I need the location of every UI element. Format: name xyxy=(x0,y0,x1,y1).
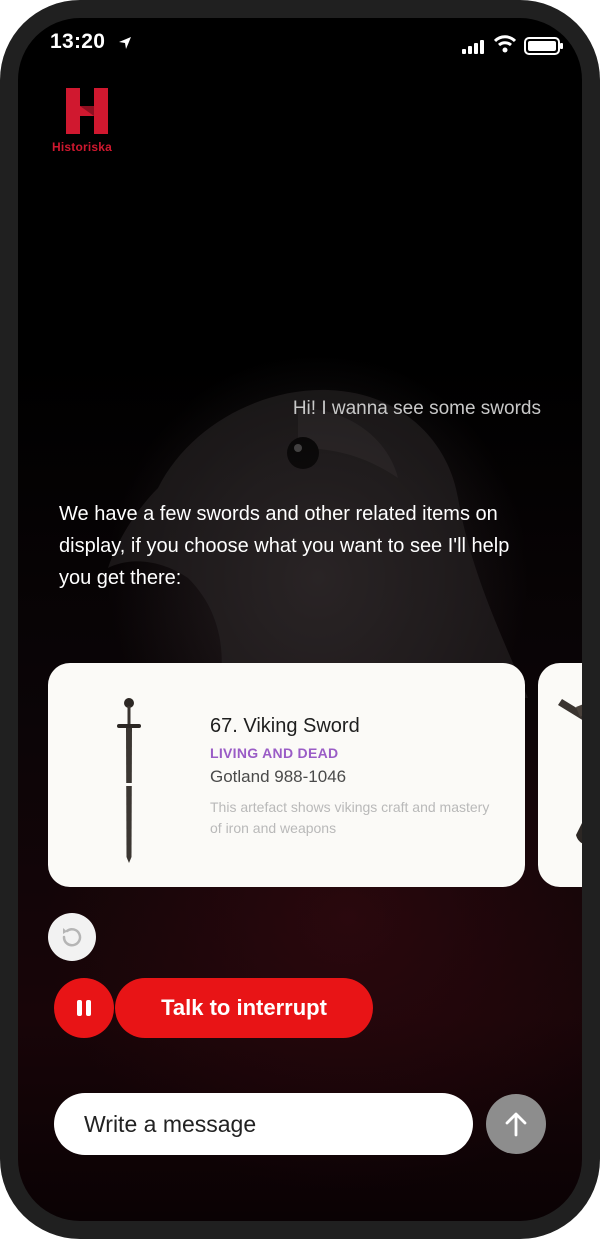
pause-button[interactable] xyxy=(54,978,114,1038)
talk-to-interrupt-button[interactable]: Talk to interrupt xyxy=(115,978,373,1038)
replay-button[interactable] xyxy=(48,913,96,961)
card-category: LIVING AND DEAD xyxy=(210,745,339,761)
card-title: 67. Viking Sword xyxy=(210,715,360,737)
app-screen: 13:20 Historiska Hi! I wanna see some sw… xyxy=(18,18,582,1221)
next-result-card[interactable] xyxy=(538,663,582,887)
logo-wordmark: Historiska xyxy=(52,140,113,154)
card-location: Gotland 988-1046 xyxy=(210,767,347,786)
replay-icon xyxy=(62,928,82,947)
user-message: Hi! I wanna see some swords xyxy=(292,398,541,419)
phone-frame: 13:20 Historiska Hi! I wanna see some sw… xyxy=(0,0,600,1239)
status-bar: 13:20 xyxy=(18,18,582,72)
battery-icon xyxy=(524,37,563,55)
send-button[interactable] xyxy=(486,1094,546,1154)
assistant-message: We have a few swords and other related i… xyxy=(59,503,510,589)
historiska-logo: Historiska xyxy=(52,86,122,160)
pause-icon xyxy=(77,1000,91,1016)
location-arrow-icon xyxy=(119,37,131,49)
result-card[interactable]: 67. Viking Sword LIVING AND DEAD Gotland… xyxy=(48,663,525,887)
card-description: This artefact shows vikings craft and ma… xyxy=(210,799,490,836)
message-input[interactable] xyxy=(54,1093,473,1155)
next-card-image xyxy=(558,699,582,844)
historiska-logo-mark xyxy=(66,88,108,134)
signal-icon xyxy=(462,40,484,54)
status-time: 13:20 xyxy=(50,30,106,53)
sword-image xyxy=(117,698,141,863)
wifi-icon xyxy=(494,35,516,53)
arrow-up-icon xyxy=(505,1112,527,1137)
